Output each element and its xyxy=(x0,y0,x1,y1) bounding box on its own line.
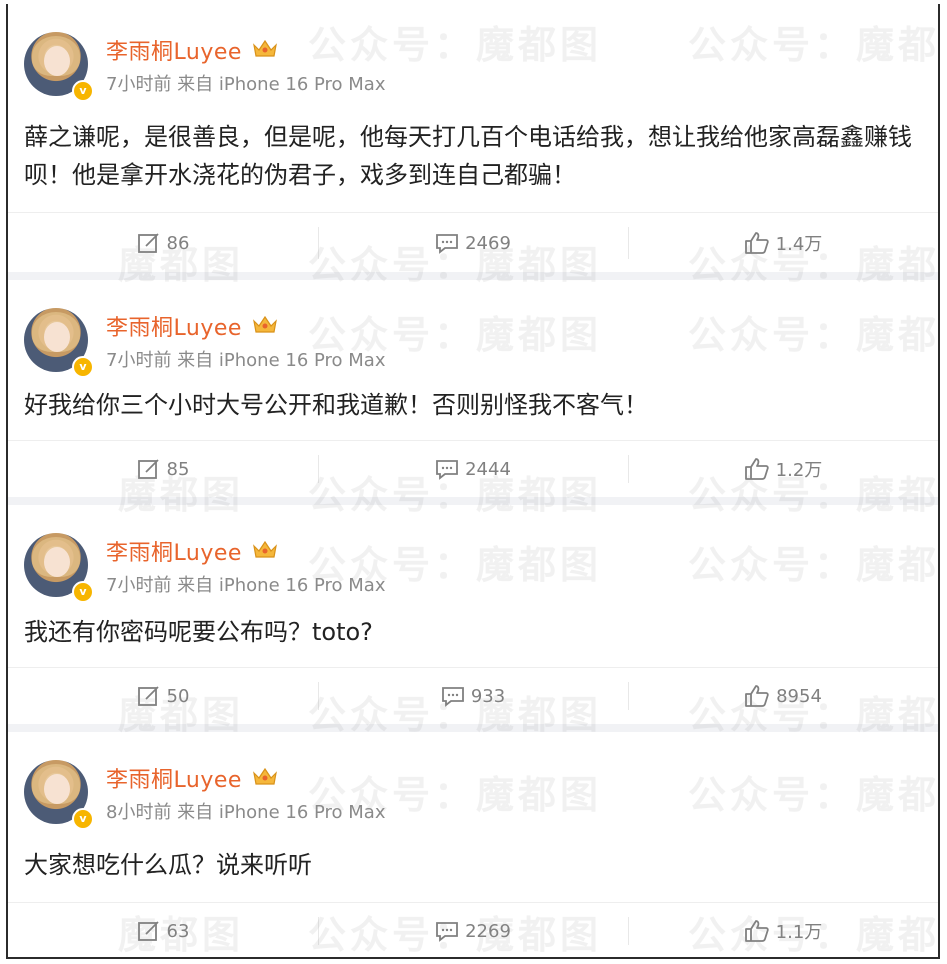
avatar-face xyxy=(44,774,70,804)
post-meta: 7小时前 来自 iPhone 16 Pro Max xyxy=(106,575,386,596)
repost-icon xyxy=(137,459,159,479)
comment-count: 2269 xyxy=(465,920,511,942)
repost-button[interactable]: 86 xyxy=(8,213,318,273)
post-content: 我还有你密码呢要公布吗？toto? xyxy=(24,618,373,646)
post-content: 薛之谦呢，是很善良，但是呢，他每天打几百个电话给我，想让我给他家高磊鑫赚钱呗！他… xyxy=(24,123,912,189)
avatar-face xyxy=(44,46,70,76)
avatar[interactable]: v xyxy=(24,308,94,378)
repost-count: 50 xyxy=(166,685,190,707)
repost-icon xyxy=(137,686,159,706)
comment-icon xyxy=(436,922,458,942)
crown-badge-icon[interactable] xyxy=(252,765,278,787)
repost-button[interactable]: 50 xyxy=(8,668,318,724)
comment-button[interactable]: 2469 xyxy=(318,213,628,273)
repost-icon xyxy=(137,233,159,253)
username[interactable]: 李雨桐Luyee xyxy=(106,762,242,794)
post-meta: 8小时前 来自 iPhone 16 Pro Max xyxy=(106,802,386,823)
like-icon xyxy=(745,685,769,707)
post-divider xyxy=(8,272,938,280)
weibo-feed: v 李雨桐Luyee 7小时前 来自 iPhone 16 Pro Max 薛之谦… xyxy=(6,4,940,959)
verified-icon: v xyxy=(72,581,94,603)
like-button[interactable]: 1.1万 xyxy=(628,903,938,957)
verified-icon: v xyxy=(72,80,94,102)
like-count: 1.4万 xyxy=(775,234,823,255)
comment-button[interactable]: 2444 xyxy=(318,441,628,497)
like-count: 1.1万 xyxy=(775,922,823,943)
comment-icon xyxy=(436,460,458,480)
like-button[interactable]: 8954 xyxy=(628,668,938,724)
username[interactable]: 李雨桐Luyee xyxy=(106,34,242,66)
repost-icon xyxy=(137,921,159,941)
post-meta: 7小时前 来自 iPhone 16 Pro Max xyxy=(106,74,386,95)
username[interactable]: 李雨桐Luyee xyxy=(106,535,242,567)
comment-count: 933 xyxy=(470,685,506,707)
like-count: 1.2万 xyxy=(775,460,823,481)
repost-count: 86 xyxy=(166,232,190,254)
weibo-post: v 李雨桐Luyee 8小时前 来自 iPhone 16 Pro Max 大家想… xyxy=(8,732,938,957)
avatar[interactable]: v xyxy=(24,533,94,603)
username[interactable]: 李雨桐Luyee xyxy=(106,310,242,342)
comment-button[interactable]: 2269 xyxy=(318,903,628,957)
repost-count: 63 xyxy=(166,920,190,942)
like-button[interactable]: 1.2万 xyxy=(628,441,938,497)
action-bar: 50 933 8954 xyxy=(8,667,938,724)
weibo-post: v 李雨桐Luyee 7小时前 来自 iPhone 16 Pro Max 我还有… xyxy=(8,505,938,724)
verified-icon: v xyxy=(72,808,94,830)
comment-icon xyxy=(441,687,464,707)
post-content: 好我给你三个小时大号公开和我道歉！否则别怪我不客气！ xyxy=(24,391,648,419)
comment-button[interactable]: 933 xyxy=(318,668,628,724)
avatar[interactable]: v xyxy=(24,760,94,830)
post-divider xyxy=(8,724,938,732)
like-icon xyxy=(744,458,769,480)
weibo-post: v 李雨桐Luyee 7小时前 来自 iPhone 16 Pro Max 好我给… xyxy=(8,280,938,497)
avatar[interactable]: v xyxy=(24,32,94,102)
like-button[interactable]: 1.4万 xyxy=(628,213,938,273)
post-divider xyxy=(8,497,938,505)
action-bar: 86 2469 1.4万 xyxy=(8,212,938,273)
post-meta: 7小时前 来自 iPhone 16 Pro Max xyxy=(106,350,386,371)
avatar-face xyxy=(44,322,70,352)
action-bar: 85 2444 1.2万 xyxy=(8,440,938,497)
repost-button[interactable]: 63 xyxy=(8,903,318,957)
verified-icon: v xyxy=(72,356,94,378)
comment-icon xyxy=(436,234,458,254)
comment-count: 2444 xyxy=(465,458,511,480)
action-bar: 63 2269 1.1万 xyxy=(8,902,938,957)
like-icon xyxy=(744,232,769,254)
crown-badge-icon[interactable] xyxy=(252,313,278,335)
avatar-face xyxy=(44,547,70,577)
comment-count: 2469 xyxy=(465,232,511,254)
post-content: 大家想吃什么瓜？说来听听 xyxy=(24,851,312,879)
weibo-post: v 李雨桐Luyee 7小时前 来自 iPhone 16 Pro Max 薛之谦… xyxy=(8,4,938,272)
repost-button[interactable]: 85 xyxy=(8,441,318,497)
crown-badge-icon[interactable] xyxy=(252,538,278,560)
repost-count: 85 xyxy=(166,458,190,480)
like-icon xyxy=(744,920,769,942)
crown-badge-icon[interactable] xyxy=(252,37,278,59)
like-count: 8954 xyxy=(776,685,822,707)
